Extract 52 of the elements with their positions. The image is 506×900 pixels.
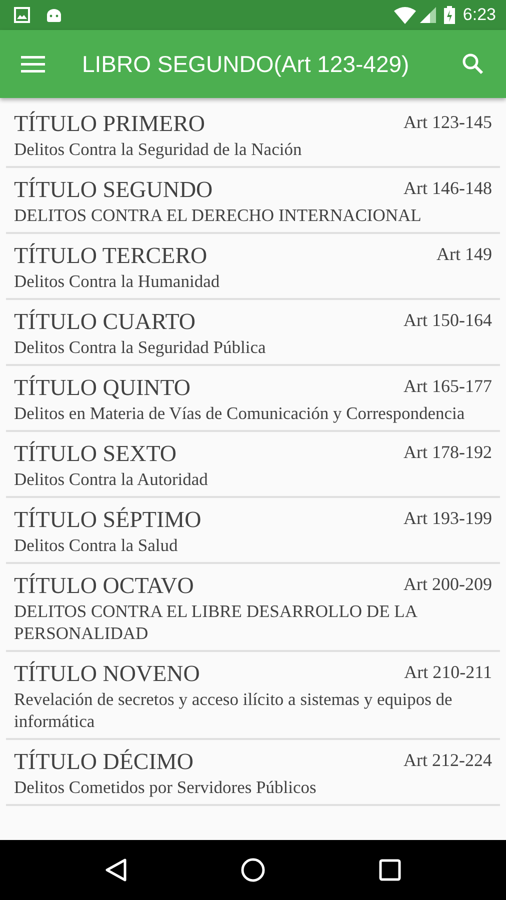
item-title: TÍTULO CUARTO	[14, 308, 196, 336]
item-subtitle: Delitos Contra la Seguridad Pública	[14, 336, 267, 358]
article-range: Art 178-192	[404, 441, 492, 464]
article-range: Art 150-164	[404, 309, 492, 332]
recents-icon	[379, 859, 401, 881]
item-title: TÍTULO QUINTO	[14, 374, 191, 402]
battery-icon	[444, 6, 455, 24]
item-title: TÍTULO SEGUNDO	[14, 176, 213, 204]
article-range: Art 210-211	[404, 661, 492, 684]
list-item[interactable]: TÍTULO SEXTO Art 178-192 Delitos Contra la Autoridad	[6, 432, 500, 498]
item-subtitle: Delitos Contra la Humanidad	[14, 270, 221, 292]
item-subtitle: Delitos Contra la Seguridad de la Nación	[14, 138, 303, 160]
item-subtitle: Delitos Contra la Salud	[14, 534, 179, 556]
item-subtitle: DELITOS CONTRA EL DERECHO INTERNACIONAL	[14, 204, 422, 226]
article-range: Art 123-145	[404, 111, 492, 134]
item-subtitle: Delitos Contra la Autoridad	[14, 468, 209, 490]
status-time: 6:23	[462, 4, 496, 26]
list-item[interactable]: TÍTULO QUINTO Art 165-177 Delitos en Materia de Vías de Comunicación y Correspondencia	[6, 366, 500, 432]
wifi-icon	[394, 6, 416, 24]
list-item[interactable]: TÍTULO SÉPTIMO Art 193-199 Delitos Contra la Salud	[6, 498, 500, 564]
article-range: Art 212-224	[404, 749, 492, 772]
item-title: TÍTULO OCTAVO	[14, 572, 194, 600]
item-title: TÍTULO NOVENO	[14, 660, 200, 688]
list-item[interactable]: TÍTULO SEGUNDO Art 146-148 DELITOS CONTRA EL DERECHO INTERNACIONAL	[6, 168, 500, 234]
back-icon	[105, 858, 127, 882]
item-title: TÍTULO SÉPTIMO	[14, 506, 202, 534]
android-icon	[46, 7, 62, 23]
list-item[interactable]: TÍTULO NOVENO Art 210-211 Revelación de secretos y acceso ilícito a sistemas y equipos de informática	[6, 652, 500, 740]
item-subtitle: Revelación de secretos y acceso ilícito a sistemas y equipos de informática	[14, 688, 454, 732]
item-subtitle: Delitos Cometidos por Servidores Públicos	[14, 776, 318, 798]
item-subtitle: Delitos en Materia de Vías de Comunicación y Correspondencia	[14, 402, 466, 424]
signal-icon	[420, 7, 436, 23]
article-range: Art 193-199	[404, 507, 492, 530]
item-subtitle: DELITOS CONTRA EL LIBRE DESARROLLO DE LA PERSONALIDAD	[14, 600, 418, 644]
article-range: Art 165-177	[404, 375, 492, 398]
list-item[interactable]: TÍTULO OCTAVO Art 200-209 DELITOS CONTRA EL LIBRE DESARROLLO DE LA PERSONALIDAD	[6, 564, 500, 652]
article-range: Art 149	[436, 243, 492, 266]
item-title: TÍTULO SEXTO	[14, 440, 176, 468]
toolbar-title: LIBRO SEGUNDO(Art 123-429)	[82, 50, 410, 79]
menu-icon	[21, 55, 45, 73]
item-title: TÍTULO DÉCIMO	[14, 748, 194, 776]
list-item[interactable]: TÍTULO TERCERO Art 149 Delitos Contra la Humanidad	[6, 234, 500, 300]
item-title: TÍTULO TERCERO	[14, 242, 208, 270]
list-item[interactable]: TÍTULO DÉCIMO Art 212-224 Delitos Cometidos por Servidores Públicos	[6, 740, 500, 806]
image-icon	[14, 7, 30, 23]
search-icon	[462, 53, 484, 75]
list-item[interactable]: TÍTULO CUARTO Art 150-164 Delitos Contra la Seguridad Pública	[6, 300, 500, 366]
home-icon	[241, 858, 265, 882]
article-range: Art 146-148	[404, 177, 492, 200]
article-range: Art 200-209	[404, 573, 492, 596]
list-item[interactable]: TÍTULO PRIMERO Art 123-145 Delitos Contra la Seguridad de la Nación	[6, 102, 500, 168]
item-title: TÍTULO PRIMERO	[14, 110, 206, 138]
